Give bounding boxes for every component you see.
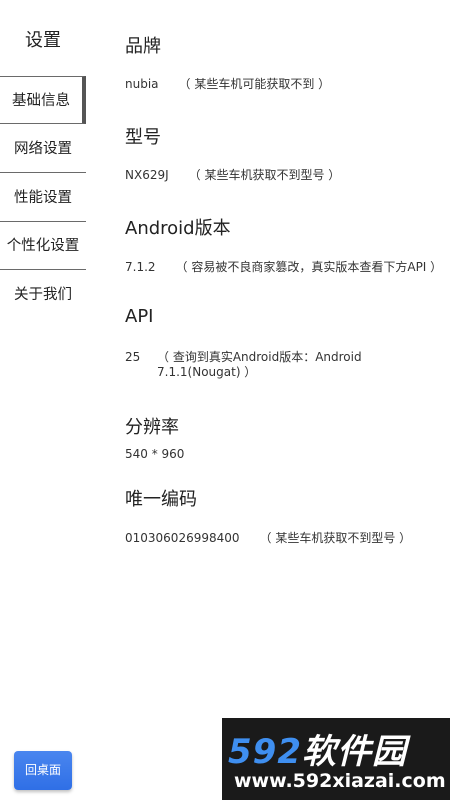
watermark-logo: 592软件园 www.592xiazai.com — [222, 718, 450, 800]
resolution-row: 540 * 960 — [125, 447, 184, 461]
watermark-brand: 592软件园 — [228, 724, 407, 773]
sidebar-title: 设置 — [25, 30, 61, 51]
unique-code-row: 010306026998400 （ 某些车机获取不到型号 ） — [125, 529, 411, 546]
resolution-value: 540 * 960 — [125, 447, 185, 461]
android-version-row: 7.1.2 （ 容易被不良商家篡改，真实版本查看下方API ） — [125, 258, 442, 275]
brand-value: nubia — [125, 77, 159, 91]
brand-row: nubia （ 某些车机可能获取不到 ） — [125, 75, 330, 92]
model-value: NX629J — [125, 168, 169, 182]
model-title: 型号 — [125, 127, 161, 148]
watermark-brand-text: 软件园 — [301, 732, 407, 772]
api-row: 25 （ 查询到真实Android版本：Android 7.1.1(Nougat)… — [125, 350, 362, 380]
android-version-title: Android版本 — [125, 218, 231, 239]
watermark-brand-num: 592 — [228, 732, 302, 772]
unique-code-value: 010306026998400 — [125, 531, 240, 545]
sidebar-item-performance-settings[interactable]: 性能设置 — [0, 174, 86, 222]
home-button[interactable]: 回桌面 — [14, 751, 72, 790]
model-note: （ 某些车机获取不到型号 ） — [188, 168, 341, 182]
sidebar-item-network-settings[interactable]: 网络设置 — [0, 125, 86, 173]
watermark-url: www.592xiazai.com — [234, 770, 446, 792]
android-version-value: 7.1.2 — [125, 260, 156, 274]
android-version-note: （ 容易被不良商家篡改，真实版本查看下方API ） — [175, 260, 443, 274]
sidebar-item-about-us[interactable]: 关于我们 — [0, 271, 86, 319]
resolution-title: 分辨率 — [125, 417, 179, 438]
api-note-line1: （ 查询到真实Android版本：Android — [157, 350, 362, 364]
api-note-line2: 7.1.1(Nougat) ） — [157, 365, 257, 379]
api-title: API — [125, 306, 154, 327]
api-value: 25 — [125, 350, 141, 364]
brand-title: 品牌 — [125, 36, 161, 57]
sidebar-item-basic-info[interactable]: 基础信息 — [0, 76, 86, 124]
sidebar: 设置 基础信息 网络设置 性能设置 个性化设置 关于我们 — [0, 0, 86, 800]
brand-note: （ 某些车机可能获取不到 ） — [178, 77, 331, 91]
model-row: NX629J （ 某些车机获取不到型号 ） — [125, 166, 340, 183]
sidebar-item-personalization-settings[interactable]: 个性化设置 — [0, 222, 86, 270]
unique-code-note: （ 某些车机获取不到型号 ） — [259, 531, 412, 545]
unique-code-title: 唯一编码 — [125, 489, 197, 510]
settings-screen: 设置 基础信息 网络设置 性能设置 个性化设置 关于我们 品牌 nubia （ 某… — [0, 0, 450, 800]
